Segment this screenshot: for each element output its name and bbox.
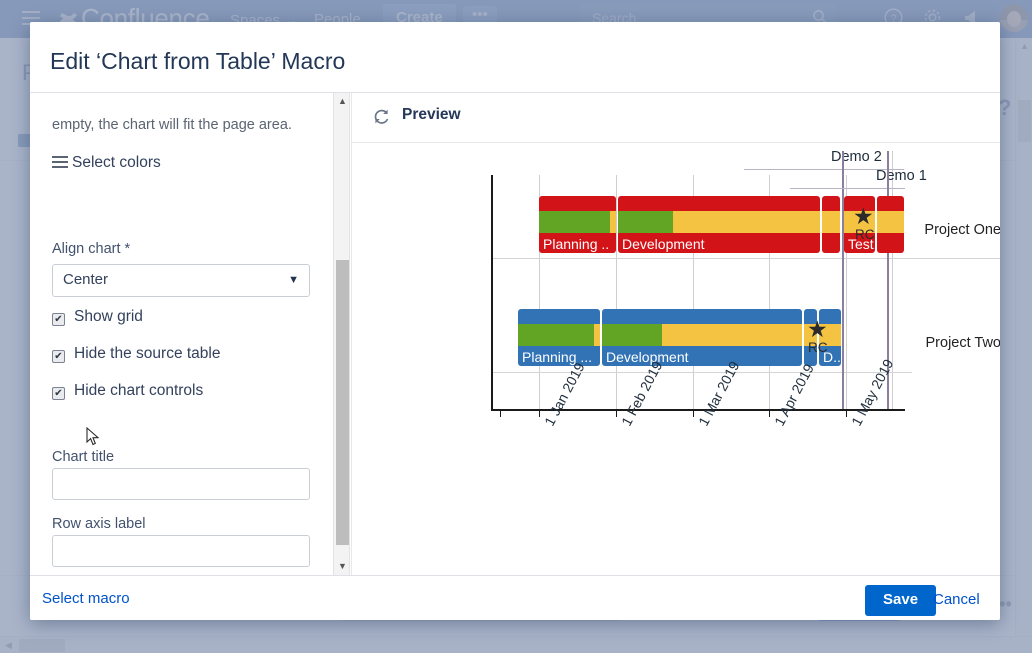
scroll-thumb[interactable] xyxy=(336,260,349,545)
align-chart-label: Align chart * xyxy=(52,241,130,257)
gridline xyxy=(616,175,617,409)
task-label: Planning ... xyxy=(522,349,592,365)
gridline xyxy=(492,372,912,373)
chart-title-label: Chart title xyxy=(52,449,114,465)
select-macro-link[interactable]: Select macro xyxy=(42,590,130,607)
marker-label-demo-1: Demo 1 xyxy=(876,168,927,184)
x-axis-tick-label: 1 Jan 2019 xyxy=(541,360,588,429)
checkbox-icon: ✔ xyxy=(52,387,65,400)
scroll-up-arrow[interactable]: ▲ xyxy=(334,93,351,110)
select-colors-label: Select colors xyxy=(72,154,161,171)
intro-help-text: empty, the chart will fit the page area. xyxy=(52,117,292,133)
chevron-down-icon: ▼ xyxy=(288,274,299,286)
task-remaining xyxy=(594,324,600,346)
milestone-marker-rc: ★ xyxy=(807,318,828,341)
preview-header: Preview xyxy=(352,93,1000,142)
gantt-task-bar[interactable]: Planning ... xyxy=(518,309,600,366)
task-remaining xyxy=(877,211,904,233)
dialog-header: Edit ‘Chart from Table’ Macro xyxy=(30,22,1000,92)
save-button[interactable]: Save xyxy=(865,585,936,616)
axis-tick xyxy=(693,409,694,417)
x-axis-tick-label: 1 Mar 2019 xyxy=(695,358,742,428)
task-remaining xyxy=(610,211,616,233)
axis-tick xyxy=(539,409,540,417)
preview-panel: Preview xyxy=(351,93,1000,575)
task-remaining xyxy=(673,211,820,233)
chart-title-input[interactable] xyxy=(52,468,310,500)
task-label: Development xyxy=(606,349,689,365)
align-chart-value: Center xyxy=(63,271,108,288)
marker-label-demo-2: Demo 2 xyxy=(831,149,882,165)
hide-source-table-checkbox[interactable]: ✔ Hide the source table xyxy=(52,345,220,363)
milestone-marker-rc: ★ xyxy=(853,205,874,228)
checkbox-icon: ✔ xyxy=(52,350,65,363)
refresh-icon[interactable] xyxy=(372,107,391,126)
x-axis-tick-label: 1 Feb 2019 xyxy=(618,358,665,428)
task-progress xyxy=(518,324,594,346)
marker-line-demo-2 xyxy=(842,151,844,409)
task-progress xyxy=(618,211,673,233)
dialog-title: Edit ‘Chart from Table’ Macro xyxy=(50,48,345,75)
task-label: Planning .. xyxy=(543,236,609,252)
task-progress xyxy=(539,211,610,233)
dialog-footer: Select macro Save Cancel xyxy=(30,575,1000,620)
task-label: Development xyxy=(622,236,705,252)
y-axis xyxy=(491,175,493,409)
form-vertical-scrollbar[interactable]: ▲ ▼ xyxy=(333,93,350,575)
dialog-body: empty, the chart will fit the page area.… xyxy=(30,93,1000,575)
show-grid-label: Show grid xyxy=(74,308,143,325)
hide-chart-controls-checkbox[interactable]: ✔ Hide chart controls xyxy=(52,382,203,400)
edit-macro-dialog: Edit ‘Chart from Table’ Macro empty, the… xyxy=(30,22,1000,620)
macro-parameters-form: empty, the chart will fit the page area.… xyxy=(30,93,333,575)
gantt-chart: Project One Project Two Demo 2 Demo 1 Pl… xyxy=(352,143,1000,575)
gantt-task-bar[interactable] xyxy=(822,196,840,253)
row-axis-label-input[interactable] xyxy=(52,535,310,567)
task-remaining xyxy=(822,211,840,233)
gridline xyxy=(492,258,1000,259)
align-chart-select[interactable]: Center ▼ xyxy=(52,264,310,297)
gantt-task-bar[interactable]: Planning .. xyxy=(539,196,616,253)
select-colors-link[interactable]: Select colors xyxy=(52,154,161,172)
row-axis-label-label: Row axis label xyxy=(52,516,146,532)
x-axis-tick-label: 1 May 2019 xyxy=(848,356,896,428)
axis-tick xyxy=(616,409,617,417)
milestone-label-rc: RC xyxy=(808,340,828,355)
menu-icon xyxy=(52,156,68,168)
task-remaining xyxy=(662,324,802,346)
gantt-task-bar[interactable]: Development xyxy=(602,309,802,366)
mouse-cursor xyxy=(86,427,100,447)
milestone-label-rc: RC xyxy=(855,227,875,242)
show-grid-checkbox[interactable]: ✔ Show grid xyxy=(52,308,143,326)
axis-tick xyxy=(500,409,501,417)
preview-title: Preview xyxy=(402,106,461,124)
axis-tick xyxy=(846,409,847,417)
cancel-button[interactable]: Cancel xyxy=(933,591,980,608)
hide-source-table-label: Hide the source table xyxy=(74,345,220,362)
checkbox-icon: ✔ xyxy=(52,313,65,326)
hide-chart-controls-label: Hide chart controls xyxy=(74,382,203,399)
gantt-task-bar[interactable]: Development xyxy=(618,196,820,253)
gantt-task-bar[interactable] xyxy=(877,196,904,253)
task-progress xyxy=(602,324,662,346)
axis-tick xyxy=(769,409,770,417)
scroll-down-arrow[interactable]: ▼ xyxy=(334,558,351,575)
